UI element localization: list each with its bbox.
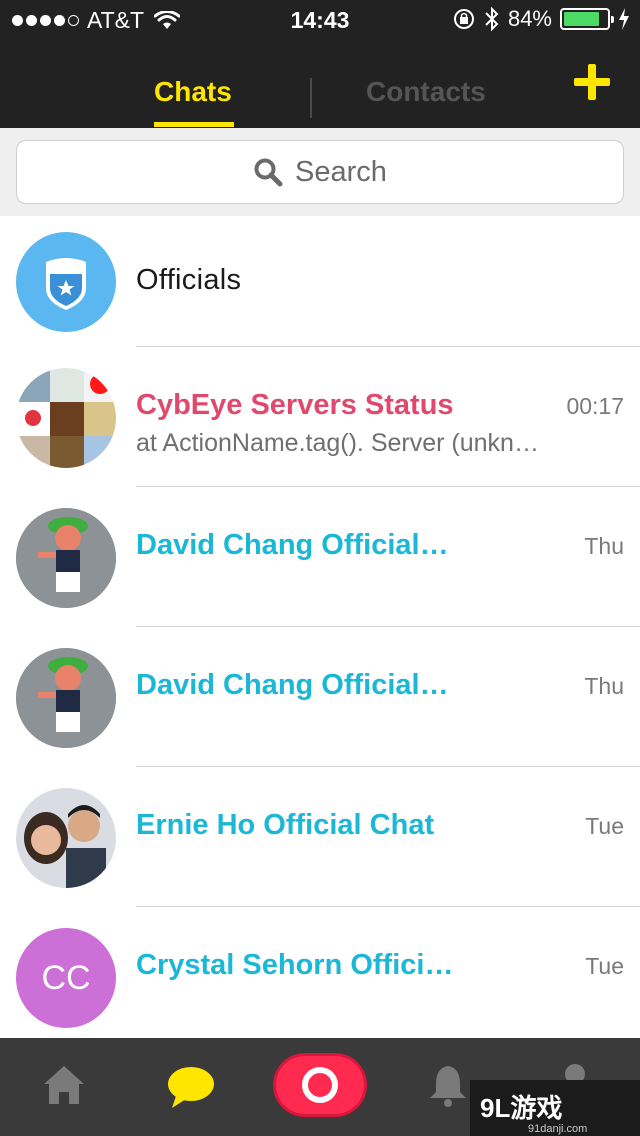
chat-name: CybEye Servers Status [136, 389, 454, 421]
home-icon[interactable] [42, 1062, 86, 1106]
chat-row[interactable]: David Chang Official… Thu [0, 627, 640, 767]
status-bar: AT&T 14:43 84% [0, 0, 640, 40]
chat-row-officials[interactable]: Officials [0, 216, 640, 347]
chat-name: David Chang Official… [136, 529, 449, 561]
initials-avatar: CC [16, 928, 116, 1028]
search-bar-container: Search [0, 128, 640, 216]
battery-percent: 84% [507, 6, 552, 31]
chat-timestamp: 00:17 [566, 393, 624, 419]
camera-record-icon [302, 1067, 338, 1103]
header-tabs: Chats Contacts [0, 40, 640, 128]
chat-name: Ernie Ho Official Chat [136, 809, 435, 841]
mascot-avatar [16, 648, 116, 748]
tab-chats[interactable]: Chats [154, 76, 232, 108]
chat-name: Officials [136, 264, 242, 296]
chat-timestamp: Thu [584, 673, 624, 699]
chat-row[interactable]: CC Crystal Sehorn Offici… Tue [0, 907, 640, 1038]
watermark-logo: 9L游戏 91danji.com [470, 1080, 640, 1136]
chat-row[interactable]: CybEye Servers Status at ActionName.tag(… [0, 347, 640, 487]
search-input[interactable]: Search [16, 140, 624, 204]
shield-star-icon [46, 258, 86, 310]
mascot-avatar [16, 508, 116, 608]
chat-row[interactable]: Ernie Ho Official Chat Tue [0, 767, 640, 907]
chat-bubble-icon[interactable] [166, 1064, 216, 1110]
watermark-text: 9L游戏 [480, 1093, 563, 1123]
chat-preview: at ActionName.tag(). Server (unkn… [136, 429, 539, 457]
add-icon[interactable] [572, 62, 612, 102]
rotation-lock-icon [453, 9, 474, 29]
officials-avatar [16, 232, 116, 332]
battery-icon [560, 8, 614, 30]
bluetooth-icon [485, 6, 499, 32]
chat-name: David Chang Official… [136, 669, 449, 701]
tab-divider [310, 78, 312, 118]
camera-record-button[interactable] [276, 1056, 364, 1114]
chat-timestamp: Tue [585, 953, 624, 979]
chat-timestamp: Thu [584, 533, 624, 559]
bell-icon[interactable] [426, 1062, 470, 1108]
active-tab-indicator [154, 122, 234, 127]
search-placeholder: Search [295, 155, 387, 188]
chat-name: Crystal Sehorn Offici… [136, 949, 454, 981]
charging-bolt-icon [619, 8, 629, 30]
search-icon [254, 158, 283, 187]
group-collage-avatar [16, 368, 116, 468]
chat-row[interactable]: David Chang Official… Thu [0, 487, 640, 627]
couple-photo-avatar [16, 788, 116, 888]
top-bar: AT&T 14:43 84% Chats Contacts [0, 0, 640, 128]
tab-contacts[interactable]: Contacts [366, 76, 486, 108]
chat-timestamp: Tue [585, 813, 624, 839]
chat-list: Officials CybEye Servers Status at Actio… [0, 216, 640, 1038]
